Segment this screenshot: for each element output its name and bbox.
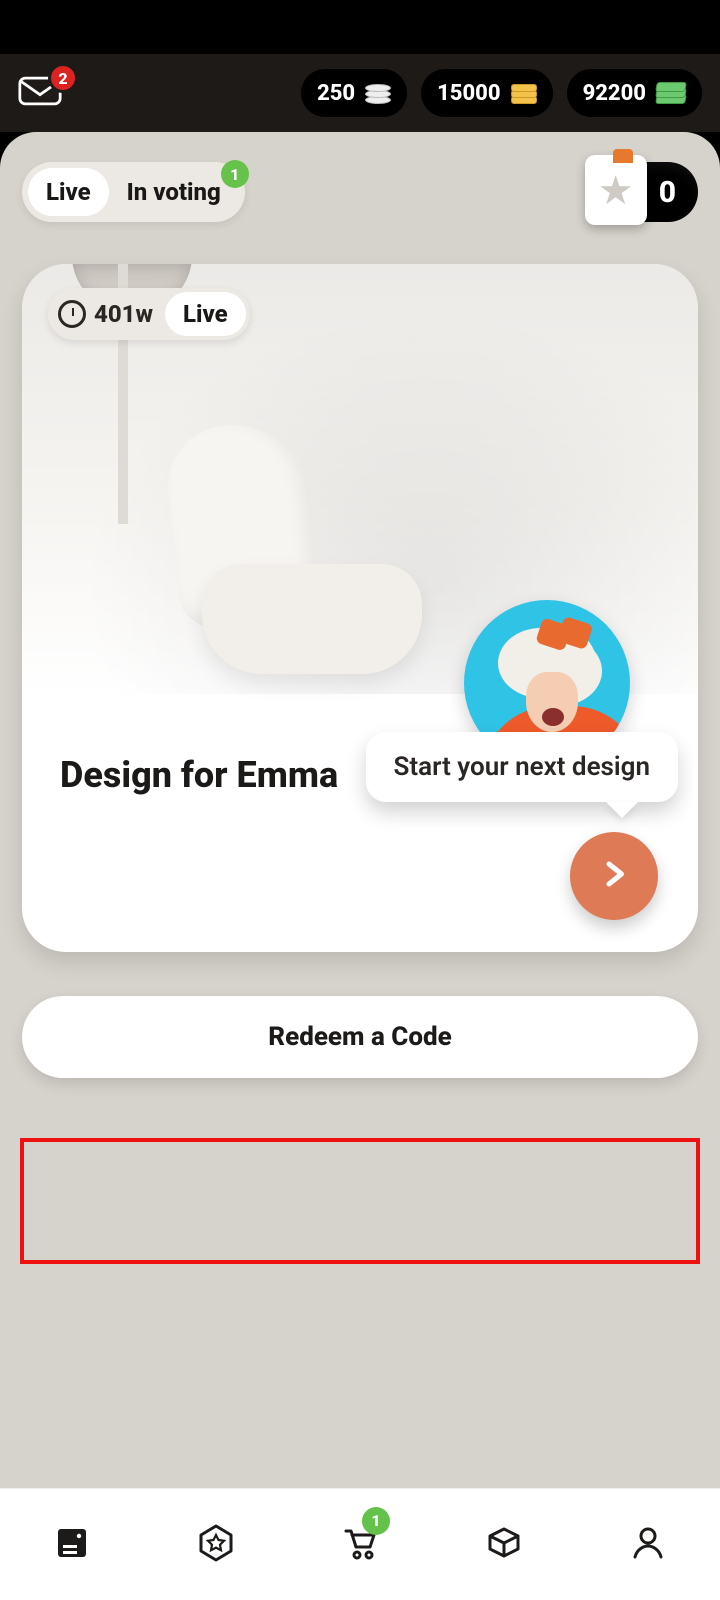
tab-in-voting-label: In voting <box>127 178 221 206</box>
star-counter[interactable]: ★ 0 <box>585 160 698 224</box>
next-design-button[interactable] <box>570 832 658 920</box>
chevron-right-icon <box>599 859 629 893</box>
tab-in-voting-badge: 1 <box>221 160 249 188</box>
badge-star-icon <box>196 1523 236 1567</box>
card-timer: 401w <box>92 294 161 334</box>
main-content: Live In voting 1 ★ 0 401w Live Design fo… <box>0 132 720 1488</box>
clock-icon <box>58 300 86 328</box>
profile-icon <box>628 1523 668 1567</box>
currency-coins[interactable]: 250 <box>301 69 407 117</box>
currency-gold-amount: 15000 <box>437 81 500 106</box>
card-status: Live <box>165 292 246 336</box>
coins-icon <box>365 82 391 104</box>
nav-home[interactable] <box>40 1513 104 1577</box>
coach-tooltip: Start your next design <box>366 732 678 802</box>
bottom-nav: 1 <box>0 1488 720 1600</box>
filter-tabs: Live In voting 1 <box>22 162 245 222</box>
tab-in-voting[interactable]: In voting 1 <box>109 168 239 216</box>
nav-profile[interactable] <box>616 1513 680 1577</box>
tutorial-highlight <box>20 1138 700 1264</box>
star-count-value: 0 <box>641 162 698 222</box>
status-bar-spacer <box>0 0 720 54</box>
mail-badge: 2 <box>48 63 78 93</box>
nav-cart-badge: 1 <box>362 1507 390 1535</box>
mail-button[interactable]: 2 <box>18 73 68 113</box>
mail-icon <box>18 94 62 113</box>
tab-live[interactable]: Live <box>28 168 109 216</box>
star-card-icon: ★ <box>585 155 647 225</box>
nav-box[interactable] <box>472 1513 536 1577</box>
currency-cash-amount: 92200 <box>583 81 646 106</box>
gold-icon <box>511 82 537 104</box>
card-status-chip: 401w Live <box>48 288 250 340</box>
box-icon <box>484 1523 524 1567</box>
nav-star[interactable] <box>184 1513 248 1577</box>
currency-coins-amount: 250 <box>317 81 355 106</box>
currency-cash[interactable]: 92200 <box>567 69 702 117</box>
redeem-code-button[interactable]: Redeem a Code <box>22 996 698 1078</box>
card-title: Design for Emma <box>60 754 338 796</box>
receipt-icon <box>52 1523 92 1567</box>
nav-cart[interactable]: 1 <box>328 1513 392 1577</box>
design-card[interactable]: 401w Live Design for Emma Start your nex… <box>22 264 698 952</box>
star-icon: ★ <box>598 167 634 214</box>
top-header: 2 250 15000 92200 <box>0 54 720 132</box>
cash-icon <box>656 82 686 104</box>
currency-gold[interactable]: 15000 <box>421 69 552 117</box>
